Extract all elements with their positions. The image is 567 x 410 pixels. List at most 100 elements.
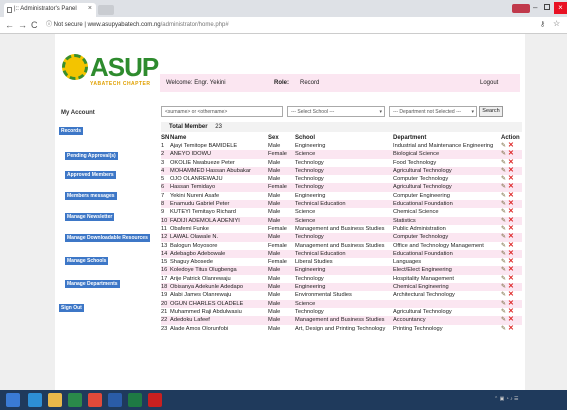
profile-button[interactable] <box>512 4 530 13</box>
chrome-icon[interactable] <box>88 393 102 407</box>
delete-x-icon[interactable]: ✕ <box>506 175 514 182</box>
dropdown-arrow-icon: ▾ <box>471 109 474 115</box>
delete-x-icon[interactable]: ✕ <box>506 300 514 307</box>
taskbar: ⌃ ▣ ◔ ♪ ☰ <box>0 390 567 410</box>
logout-link[interactable]: Logout <box>480 74 498 92</box>
delete-x-icon[interactable]: ✕ <box>506 150 514 157</box>
edge-icon[interactable] <box>28 393 42 407</box>
delete-x-icon[interactable]: ✕ <box>506 291 514 298</box>
delete-x-icon[interactable]: ✕ <box>506 183 514 190</box>
cell-sex: Male <box>268 233 295 242</box>
sidebar-item-manage-schools[interactable]: Manage Schools <box>65 257 109 265</box>
sidebar-item-manage-newsletter[interactable]: Manage Newsletter <box>65 213 115 221</box>
info-icon: ⓘ <box>46 22 54 28</box>
cell-action: ✎ ✕ <box>501 299 522 308</box>
cell-sex: Female <box>268 225 287 232</box>
delete-x-icon[interactable]: ✕ <box>506 167 514 174</box>
cell-school: Engineering <box>295 143 326 149</box>
sidebar-item-pending-approvals[interactable]: Pending Approval(s) <box>65 152 118 160</box>
excel-icon[interactable] <box>128 393 142 407</box>
search-button[interactable]: Search <box>479 106 503 117</box>
cell-school: Technical Education <box>295 200 393 209</box>
school-select[interactable]: --- Select School --- ▾ <box>287 106 385 117</box>
cell-department: Food Technology <box>393 159 437 166</box>
cell-sn: 15 <box>161 259 168 266</box>
dropdown-arrow-icon: ▾ <box>379 109 382 115</box>
delete-x-icon[interactable]: ✕ <box>506 200 514 207</box>
cell-action: ✎ ✕ <box>501 291 522 299</box>
delete-x-icon[interactable]: ✕ <box>506 217 514 224</box>
browser-tab[interactable]: |:: Administrator's Panel × <box>4 3 96 17</box>
delete-x-icon[interactable]: ✕ <box>506 242 514 249</box>
sidebar-item-approved-members[interactable]: Approved Members <box>65 171 116 179</box>
delete-x-icon[interactable]: ✕ <box>506 208 514 215</box>
table-row: 14 Adebagbo Adebowale Male Technical Educat… <box>161 249 522 259</box>
file-explorer-icon[interactable] <box>48 393 62 407</box>
delete-x-icon[interactable]: ✕ <box>506 266 514 273</box>
maximize-icon[interactable] <box>544 4 550 10</box>
delete-x-icon[interactable]: ✕ <box>506 258 514 265</box>
cell-name: Enamudu Gabriel Peter <box>170 200 268 209</box>
word-icon[interactable] <box>108 393 122 407</box>
cell-sex: Male <box>268 266 295 275</box>
col-header-action: Action <box>501 135 520 141</box>
cell-sn: 19 <box>161 292 168 299</box>
delete-x-icon[interactable]: ✕ <box>506 192 514 199</box>
cell-department: Industrial and Maintenance Engineering <box>393 143 494 149</box>
cell-action: ✎ ✕ <box>501 242 522 250</box>
delete-x-icon[interactable]: ✕ <box>506 250 514 257</box>
delete-x-icon[interactable]: ✕ <box>506 325 514 332</box>
logo-subtitle: YABATECH CHAPTER <box>90 81 151 87</box>
name-search-input[interactable]: <surname> or <othername> <box>161 106 283 117</box>
delete-x-icon[interactable]: ✕ <box>506 316 514 323</box>
cell-sn: 22 <box>161 316 170 325</box>
system-clock[interactable] <box>548 393 549 399</box>
cell-department: Statistics <box>393 216 501 225</box>
sidebar-item-manage-departments[interactable]: Manage Departments <box>65 280 120 288</box>
cell-action: ✎ ✕ <box>501 142 522 150</box>
cell-school: Art, Design and Printing Technology <box>295 325 386 332</box>
url-field[interactable]: ⓘ Not secure | www.asupyabatech.com.ng/a… <box>46 19 536 31</box>
acrobat-icon[interactable] <box>148 393 162 407</box>
delete-x-icon[interactable]: ✕ <box>506 142 514 149</box>
new-tab-button[interactable] <box>98 5 114 15</box>
cell-name: Alabi James Olanrewaju <box>170 292 232 299</box>
col-header-name: Name <box>170 135 187 141</box>
cell-sex: Male <box>268 216 295 225</box>
sidebar-item-sign-out[interactable]: Sign Out <box>59 304 84 312</box>
cell-sn: 12 <box>161 233 170 242</box>
cell-action: ✎ ✕ <box>501 316 522 325</box>
star-icon[interactable]: ☆ <box>553 19 560 28</box>
cell-action: ✎ ✕ <box>501 192 522 200</box>
cell-action: ✎ ✕ <box>501 325 522 333</box>
system-tray[interactable]: ⌃ ▣ ◔ ♪ ☰ <box>494 396 518 402</box>
logo-emblem-icon <box>62 54 88 80</box>
delete-x-icon[interactable]: ✕ <box>506 275 514 282</box>
close-tab-icon[interactable]: × <box>88 5 92 12</box>
forward-icon[interactable]: → <box>18 20 27 30</box>
cell-department: Computer Technology <box>393 176 449 183</box>
back-icon[interactable]: ← <box>5 20 14 30</box>
sidebar-item-records[interactable]: Records <box>59 127 84 135</box>
windows-start-icon[interactable] <box>6 393 20 407</box>
sidebar-item-manage-resources[interactable]: Manage Downloadable Resources <box>65 234 150 242</box>
cell-action: ✎ ✕ <box>501 233 522 242</box>
department-select[interactable]: --- Department not Selected --- ▾ <box>389 106 477 117</box>
delete-x-icon[interactable]: ✕ <box>506 233 514 240</box>
cell-sex: Male <box>268 192 281 199</box>
key-icon[interactable]: ⚷ <box>540 20 545 28</box>
browser-tab-bar: |:: Administrator's Panel × – × <box>0 0 567 17</box>
cell-action: ✎ ✕ <box>501 308 522 316</box>
delete-x-icon[interactable]: ✕ <box>506 159 514 166</box>
delete-x-icon[interactable]: ✕ <box>506 308 514 315</box>
sidebar-item-members-messages[interactable]: Members messages <box>65 192 117 200</box>
close-window-icon[interactable]: × <box>554 2 567 14</box>
delete-x-icon[interactable]: ✕ <box>506 283 514 290</box>
table-row: 2 ANEYO IDOWU Female Science Biological Scie… <box>161 150 522 159</box>
app-icon[interactable] <box>68 393 82 407</box>
reload-icon[interactable]: C <box>31 20 38 30</box>
asup-logo[interactable]: ASUP YABATECH CHAPTER <box>60 52 159 94</box>
minimize-icon[interactable]: – <box>533 3 537 12</box>
delete-x-icon[interactable]: ✕ <box>506 225 514 232</box>
cell-sex: Male <box>268 283 295 292</box>
